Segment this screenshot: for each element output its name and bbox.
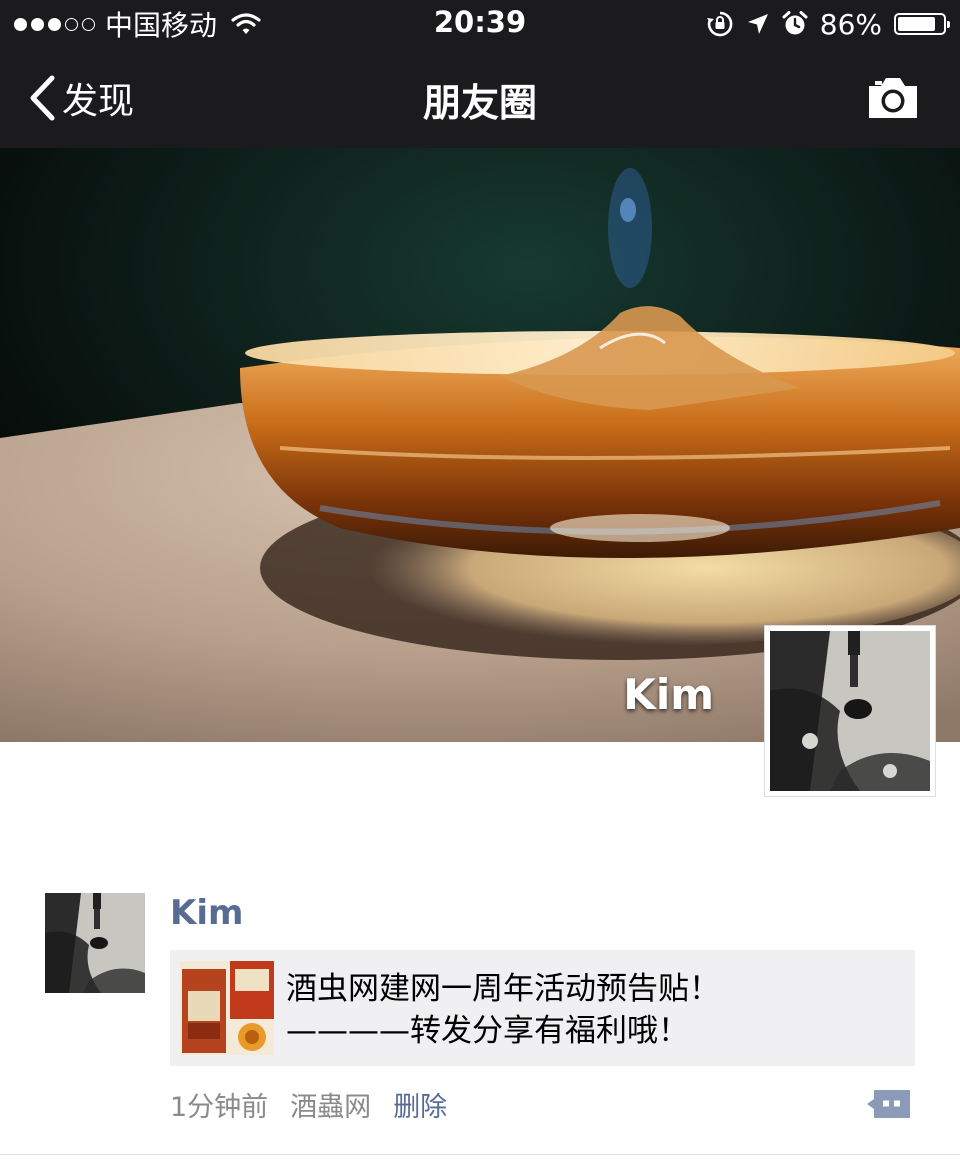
post-author-avatar[interactable] [45,893,145,993]
battery-percent: 86% [819,7,882,41]
camera-icon[interactable] [866,74,920,122]
delete-button[interactable]: 删除 [393,1085,447,1124]
shared-link-thumbnail [180,961,274,1055]
shared-link-title: 酒虫网建网一周年活动预告贴！ ————转发分享有福利哦！ [286,968,720,1052]
post-source: 酒蟲网 [290,1092,372,1123]
page-title: 朋友圈 [422,81,537,125]
nav-bar: 发现 朋友圈 [0,48,960,148]
status-bar: 中国移动 20:39 86% [0,0,960,48]
shared-link-card[interactable]: 酒虫网建网一周年活动预告贴！ ————转发分享有福利哦！ [170,950,915,1066]
profile-avatar[interactable] [764,625,936,797]
shared-link-title-line1: 酒虫网建网一周年活动预告贴！ [286,971,720,1007]
comment-dots-icon[interactable] [866,1088,912,1120]
post-meta: 1分钟前 酒蟲网 删除 [170,1085,447,1124]
cover-user-name: Kim [623,670,714,719]
post-timestamp: 1分钟前 [170,1092,269,1123]
post-author-name[interactable]: Kim [170,893,243,933]
battery-icon [894,13,950,35]
status-bar-right: 86% [706,6,950,42]
orientation-lock-icon [706,11,733,37]
post-divider [0,1154,960,1155]
location-arrow-icon [747,14,768,34]
shared-link-title-line2: ————转发分享有福利哦！ [286,1013,689,1049]
alarm-icon [782,11,808,35]
